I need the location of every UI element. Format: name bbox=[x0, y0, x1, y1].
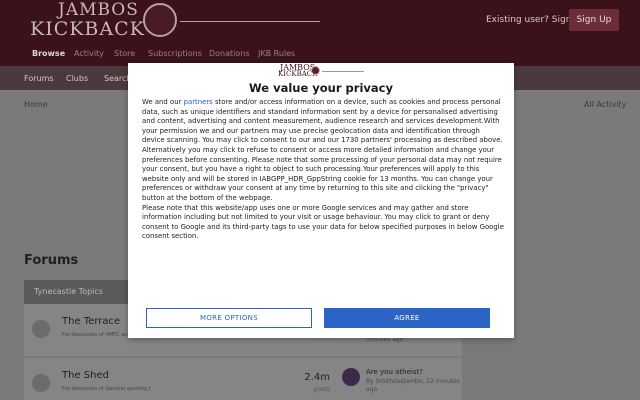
forum-title[interactable]: The Shed bbox=[62, 370, 109, 381]
nav-store[interactable]: Store bbox=[114, 49, 135, 58]
breadcrumb[interactable]: Home bbox=[24, 100, 48, 109]
avatar[interactable] bbox=[342, 368, 360, 386]
google-consent-paragraph: Please note that this website/app uses o… bbox=[142, 203, 504, 241]
sign-up-button[interactable]: Sign Up bbox=[569, 9, 619, 31]
privacy-consent-dialog: JAMBOS KICKBACK We value your privacy We… bbox=[128, 63, 514, 338]
consent-text-start: We and our bbox=[142, 98, 184, 106]
forum-icon bbox=[32, 374, 50, 392]
post-count: 2.4m bbox=[304, 372, 330, 383]
site-logo[interactable]: JAMBOS KICKBACK bbox=[30, 0, 330, 40]
consent-paragraph: We and our partners store and/or access … bbox=[142, 98, 504, 204]
all-activity-link[interactable]: All Activity bbox=[584, 100, 626, 109]
dialog-logo-line bbox=[322, 71, 364, 72]
partners-link[interactable]: partners bbox=[184, 98, 213, 106]
section-title: Tynecastle Topics bbox=[34, 287, 103, 296]
club-crest-icon bbox=[143, 3, 177, 37]
nav-donations[interactable]: Donations bbox=[209, 49, 250, 58]
dialog-body: We and our partners store and/or access … bbox=[142, 98, 504, 242]
dialog-title: We value your privacy bbox=[249, 81, 393, 95]
agree-button[interactable]: AGREE bbox=[324, 308, 490, 328]
subnav-forums[interactable]: Forums bbox=[24, 74, 54, 83]
forum-title[interactable]: The Terrace bbox=[62, 316, 120, 327]
post-count-label: posts bbox=[313, 386, 330, 393]
site-header: JAMBOS KICKBACK Existing user? Sign In ▾… bbox=[0, 0, 640, 40]
nav-activity[interactable]: Activity bbox=[74, 49, 104, 58]
nav-browse[interactable]: Browse bbox=[32, 49, 65, 58]
dialog-crest-icon bbox=[311, 66, 320, 75]
last-post-title[interactable]: Are you atheist? bbox=[366, 368, 423, 376]
forum-icon bbox=[32, 320, 50, 338]
forum-description: For discussion of General sporting t bbox=[62, 386, 151, 392]
nav-subscriptions[interactable]: Subscriptions bbox=[148, 49, 202, 58]
dialog-logo: JAMBOS KICKBACK bbox=[278, 63, 368, 78]
logo-divider bbox=[180, 21, 320, 22]
subnav-clubs[interactable]: Clubs bbox=[66, 74, 88, 83]
nav-jkb-rules[interactable]: JKB Rules bbox=[258, 49, 295, 58]
consent-text-rest: store and/or access information on a dev… bbox=[142, 98, 503, 202]
more-options-button[interactable]: MORE OPTIONS bbox=[146, 308, 312, 328]
logo-text-top: JAMBOS bbox=[58, 0, 139, 20]
page-title: Forums bbox=[24, 253, 79, 268]
forum-row[interactable]: The Shed For discussion of General sport… bbox=[24, 358, 462, 400]
logo-text-bottom: KICKBACK bbox=[30, 18, 145, 40]
last-post-meta: By Smithdosjambo, 22 minutes ago bbox=[366, 378, 460, 393]
